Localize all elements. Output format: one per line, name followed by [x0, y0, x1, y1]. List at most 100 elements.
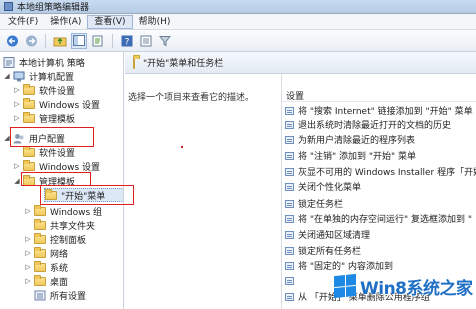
collapse-arrow-icon[interactable]: ▷	[13, 114, 21, 122]
tree-item-uc-windows[interactable]: ▷ Windows 设置	[13, 159, 100, 173]
setting-row[interactable]: 关闭通知区域清理	[282, 228, 476, 241]
collapse-arrow-icon[interactable]: ▷	[24, 207, 32, 215]
filter-icon[interactable]	[157, 33, 173, 49]
setting-row[interactable]: 为新用户清除最近的程序列表	[282, 133, 476, 146]
tree-label-windows-components: Windows 组	[50, 207, 103, 218]
all-settings-icon	[34, 290, 46, 301]
menu-view[interactable]: 查看(V)	[87, 14, 133, 29]
highlight-admin-templates	[21, 172, 91, 186]
folder-icon	[34, 246, 46, 258]
policy-setting-icon	[285, 261, 294, 270]
menu-help[interactable]: 帮助(H)	[133, 15, 177, 29]
tree-label-cc-windows: Windows 设置	[39, 100, 101, 111]
tree-label-network: 网络	[50, 249, 69, 260]
folder-icon	[23, 145, 35, 157]
tree-label-system: 系统	[50, 263, 69, 274]
forward-arrow-icon[interactable]	[23, 33, 39, 49]
tree-item-cc-admin[interactable]: ▷ 管理模板	[13, 111, 75, 125]
tree-label-uc-software: 软件设置	[39, 148, 76, 159]
watermark-text: Win8系统之家	[360, 278, 473, 299]
tree-label-root: 本地计算机 策略	[19, 58, 85, 69]
app-icon	[4, 2, 13, 11]
folder-icon	[133, 56, 143, 69]
windows-logo-icon	[334, 273, 356, 299]
title-bar: 本地组策略编辑器	[0, 0, 476, 14]
setting-row[interactable]: 退出系统时清除最近打开的文档的历史	[282, 118, 476, 131]
show-hide-tree-icon[interactable]	[71, 32, 87, 49]
properties-icon[interactable]	[138, 33, 154, 49]
policy-setting-icon	[285, 135, 294, 144]
tree-item-control-panel[interactable]: ▷ 控制面板	[24, 232, 86, 246]
tree-item-all-settings[interactable]: 所有设置	[34, 288, 86, 302]
setting-row[interactable]: 将 "在单独的内存空间运行" 复选框添加到 "	[282, 212, 476, 225]
tree-label-uc-windows: Windows 设置	[39, 162, 101, 173]
tree-label-all-settings: 所有设置	[50, 291, 87, 302]
toolbar-separator	[112, 33, 113, 48]
details-header-title: "开始"菜单和任务栏	[143, 59, 224, 69]
tree-item-cc-software[interactable]: ▷ 软件设置	[13, 83, 75, 97]
tree-item-cc-windows[interactable]: ▷ Windows 设置	[13, 97, 100, 111]
tree-item-network[interactable]: ▷ 网络	[24, 246, 68, 260]
main-content: 本地计算机 策略 ◢ 计算机配置 ▷ 软件设置 ▷ Windows 设置 ▷ 管…	[0, 52, 476, 309]
highlight-user-config	[10, 127, 94, 147]
folder-icon	[34, 260, 46, 272]
toolbar: ?	[0, 30, 476, 52]
policy-setting-icon	[285, 246, 294, 255]
back-arrow-icon[interactable]	[4, 33, 20, 49]
setting-row[interactable]: 将 "搜索 Internet" 链接添加到 "开始" 菜单	[282, 104, 476, 117]
expand-arrow-icon[interactable]: ◢	[3, 72, 11, 80]
menu-action[interactable]: 操作(A)	[44, 15, 87, 29]
folder-icon	[23, 97, 35, 109]
collapse-arrow-icon[interactable]: ▷	[24, 263, 32, 271]
description-text: 选择一个项目来查看它的描述。	[128, 93, 255, 103]
folder-icon	[23, 111, 35, 123]
policy-setting-icon	[285, 106, 294, 115]
tree-item-desktop[interactable]: ▷ 桌面	[24, 274, 68, 288]
policy-setting-icon	[285, 230, 294, 239]
tree-label-computer-config: 计算机配置	[29, 72, 75, 83]
setting-row[interactable]: 将 "注销" 添加到 "开始" 菜单	[282, 149, 476, 162]
collapse-arrow-icon[interactable]: ▷	[24, 235, 32, 243]
policy-setting-icon	[285, 199, 294, 208]
collapse-arrow-icon[interactable]: ▷	[13, 100, 21, 108]
tree-label-desktop: 桌面	[50, 277, 69, 288]
watermark: Win8系统之家	[334, 266, 476, 306]
setting-row[interactable]: 锁定所有任务栏	[282, 244, 476, 257]
folder-icon	[34, 274, 46, 286]
collapse-arrow-icon[interactable]: ▷	[13, 162, 21, 170]
svg-text:?: ?	[125, 37, 130, 47]
window-title: 本地组策略编辑器	[17, 3, 90, 13]
policy-setting-icon	[285, 182, 294, 191]
folder-icon	[34, 218, 46, 230]
column-header-settings[interactable]: 设置	[282, 89, 476, 102]
collapse-arrow-icon[interactable]: ▷	[24, 277, 32, 285]
collapse-arrow-icon[interactable]: ▷	[24, 249, 32, 257]
menu-file[interactable]: 文件(F)	[2, 15, 44, 29]
computer-icon	[13, 71, 25, 82]
folder-icon	[23, 159, 35, 171]
folder-icon	[23, 83, 35, 95]
setting-row[interactable]: 锁定任务栏	[282, 197, 476, 210]
collapse-arrow-icon[interactable]: ▷	[13, 86, 21, 94]
setting-row[interactable]: 关闭个性化菜单	[282, 180, 476, 193]
policy-setting-icon	[285, 276, 294, 285]
policy-setting-icon	[285, 120, 294, 129]
tree-item-computer-config[interactable]: ◢ 计算机配置	[3, 69, 74, 83]
expand-arrow-icon[interactable]: ◢	[13, 177, 21, 185]
tree-item-shared-folders[interactable]: 共享文件夹	[34, 218, 95, 232]
highlight-start-menu	[40, 185, 134, 205]
tree-item-root[interactable]: 本地计算机 策略	[3, 55, 85, 69]
policy-setting-icon	[285, 151, 294, 160]
tree-item-uc-software[interactable]: 软件设置	[23, 145, 75, 159]
policy-setting-icon	[285, 292, 294, 301]
up-folder-icon[interactable]	[52, 33, 68, 49]
policy-root-icon	[3, 56, 15, 68]
help-icon[interactable]: ?	[119, 33, 135, 49]
tree-item-windows-components[interactable]: ▷ Windows 组	[24, 204, 102, 218]
policy-setting-icon	[285, 167, 294, 176]
tree-item-system[interactable]: ▷ 系统	[24, 260, 68, 274]
red-dot-marker	[181, 146, 183, 148]
export-list-icon[interactable]	[90, 33, 106, 49]
setting-row[interactable]: 灰显不可用的 Windows Installer 程序「开始	[282, 165, 476, 178]
tree-label-shared-folders: 共享文件夹	[50, 221, 96, 232]
